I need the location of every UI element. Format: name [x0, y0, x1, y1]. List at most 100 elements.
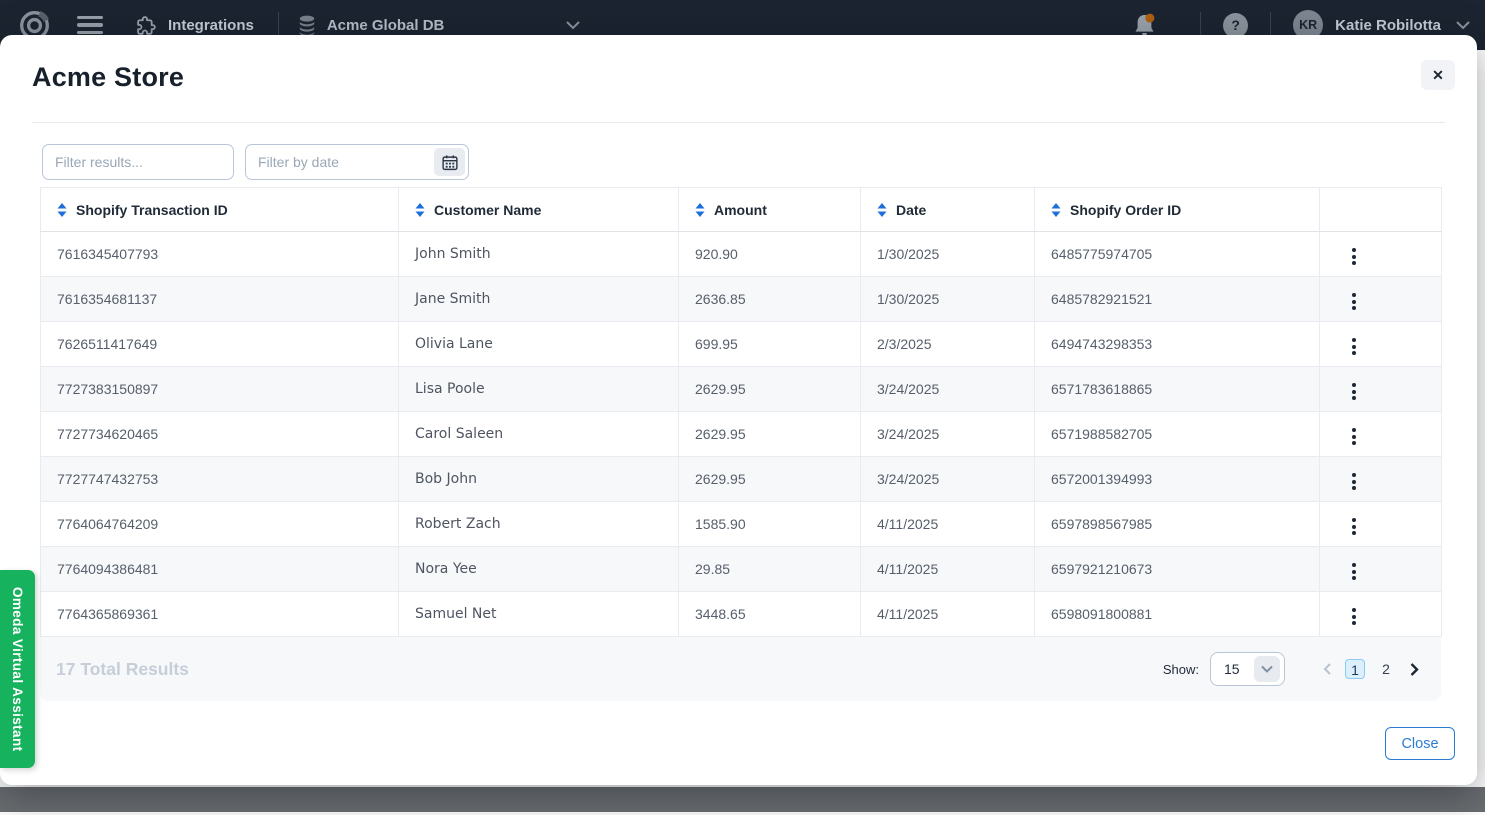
row-actions-kebab-icon[interactable]: [1346, 469, 1362, 494]
cell-transaction-id: 7727383150897: [41, 367, 399, 412]
sort-icon: [415, 203, 425, 217]
cell-amount: 2636.85: [679, 277, 861, 322]
pagination-page-2[interactable]: 2: [1376, 659, 1396, 679]
cell-order-id: 6597898567985: [1035, 502, 1320, 547]
cell-order-id: 6597921210673: [1035, 547, 1320, 592]
filter-results-input[interactable]: [42, 144, 234, 180]
help-icon[interactable]: ?: [1223, 13, 1248, 38]
transactions-table: Shopify Transaction ID Customer Name Amo…: [40, 187, 1442, 637]
row-actions-kebab-icon[interactable]: [1346, 289, 1362, 314]
pagination-page-1[interactable]: 1: [1345, 659, 1365, 679]
cell-actions: [1320, 547, 1442, 592]
omeda-virtual-assistant-label: Omeda Virtual Assistant: [10, 587, 25, 752]
cell-amount: 29.85: [679, 547, 861, 592]
modal-close-icon[interactable]: ✕: [1421, 60, 1455, 90]
show-label: Show:: [1163, 662, 1199, 677]
row-actions-kebab-icon[interactable]: [1346, 424, 1362, 449]
page-bottom-bar: [0, 787, 1485, 812]
cell-actions: [1320, 412, 1442, 457]
row-actions-kebab-icon[interactable]: [1346, 514, 1362, 539]
cell-customer-name: John Smith: [399, 232, 679, 277]
sort-icon: [877, 203, 887, 217]
omeda-virtual-assistant-tab[interactable]: Omeda Virtual Assistant: [0, 570, 35, 768]
table-row: 7616345407793 John Smith 920.90 1/30/202…: [41, 232, 1442, 277]
chevron-down-icon[interactable]: [1455, 20, 1471, 30]
cell-amount: 920.90: [679, 232, 861, 277]
cell-date: 3/24/2025: [861, 412, 1035, 457]
nav-integrations-label: Integrations: [168, 17, 254, 34]
cell-actions: [1320, 457, 1442, 502]
close-button[interactable]: Close: [1385, 727, 1455, 760]
column-header-shopify-transaction-id[interactable]: Shopify Transaction ID: [41, 188, 399, 232]
table-header-row: Shopify Transaction ID Customer Name Amo…: [41, 188, 1442, 232]
cell-actions: [1320, 367, 1442, 412]
row-actions-kebab-icon[interactable]: [1346, 379, 1362, 404]
cell-customer-name: Carol Saleen: [399, 412, 679, 457]
cell-amount: 1585.90: [679, 502, 861, 547]
cell-transaction-id: 7764064764209: [41, 502, 399, 547]
cell-order-id: 6485782921521: [1035, 277, 1320, 322]
cell-customer-name: Jane Smith: [399, 277, 679, 322]
cell-amount: 2629.95: [679, 412, 861, 457]
page-size-select[interactable]: 15: [1210, 652, 1285, 686]
cell-amount: 2629.95: [679, 367, 861, 412]
calendar-icon[interactable]: [434, 148, 465, 176]
table-row: 7616354681137 Jane Smith 2636.85 1/30/20…: [41, 277, 1442, 322]
cell-actions: [1320, 502, 1442, 547]
column-header-shopify-order-id[interactable]: Shopify Order ID: [1035, 188, 1320, 232]
cell-order-id: 6485775974705: [1035, 232, 1320, 277]
sort-icon: [695, 203, 705, 217]
cell-customer-name: Bob John: [399, 457, 679, 502]
column-header-customer-name[interactable]: Customer Name: [399, 188, 679, 232]
cell-customer-name: Samuel Net: [399, 592, 679, 637]
modal-divider: [32, 122, 1445, 123]
filter-date-field: [245, 144, 469, 180]
cell-date: 1/30/2025: [861, 232, 1035, 277]
row-actions-kebab-icon[interactable]: [1346, 604, 1362, 629]
cell-actions: [1320, 232, 1442, 277]
database-icon: [298, 15, 316, 36]
table-row: 7727747432753 Bob John 2629.95 3/24/2025…: [41, 457, 1442, 502]
table-row: 7764064764209 Robert Zach 1585.90 4/11/2…: [41, 502, 1442, 547]
page-size-value: 15: [1224, 661, 1240, 677]
cell-date: 2/3/2025: [861, 322, 1035, 367]
cell-actions: [1320, 322, 1442, 367]
table-footer: 17 Total Results Show: 15 1 2: [40, 637, 1441, 701]
pagination-prev-icon[interactable]: [1321, 660, 1334, 678]
cell-date: 3/24/2025: [861, 457, 1035, 502]
sort-icon: [57, 203, 67, 217]
cell-date: 4/11/2025: [861, 547, 1035, 592]
column-header-amount[interactable]: Amount: [679, 188, 861, 232]
cell-date: 1/30/2025: [861, 277, 1035, 322]
table-row: 7764365869361 Samuel Net 3448.65 4/11/20…: [41, 592, 1442, 637]
cell-transaction-id: 7616354681137: [41, 277, 399, 322]
database-selector[interactable]: Acme Global DB: [298, 15, 582, 36]
cell-customer-name: Robert Zach: [399, 502, 679, 547]
menu-icon[interactable]: [77, 16, 103, 35]
cell-order-id: 6572001394993: [1035, 457, 1320, 502]
user-name: Katie Robilotta: [1335, 17, 1441, 34]
cell-order-id: 6571783618865: [1035, 367, 1320, 412]
cell-customer-name: Nora Yee: [399, 547, 679, 592]
cell-transaction-id: 7727747432753: [41, 457, 399, 502]
cell-transaction-id: 7764365869361: [41, 592, 399, 637]
row-actions-kebab-icon[interactable]: [1346, 244, 1362, 269]
table-body: 7616345407793 John Smith 920.90 1/30/202…: [41, 232, 1442, 637]
cell-order-id: 6494743298353: [1035, 322, 1320, 367]
row-actions-kebab-icon[interactable]: [1346, 559, 1362, 584]
row-actions-kebab-icon[interactable]: [1346, 334, 1362, 359]
cell-actions: [1320, 592, 1442, 637]
cell-actions: [1320, 277, 1442, 322]
pagination: 1 2: [1321, 659, 1421, 679]
cell-customer-name: Lisa Poole: [399, 367, 679, 412]
cell-customer-name: Olivia Lane: [399, 322, 679, 367]
nav-integrations[interactable]: Integrations: [135, 14, 254, 37]
column-header-date[interactable]: Date: [861, 188, 1035, 232]
pagination-next-icon[interactable]: [1407, 660, 1421, 679]
chevron-down-icon: [1254, 656, 1280, 682]
cell-date: 3/24/2025: [861, 367, 1035, 412]
table-row: 7727383150897 Lisa Poole 2629.95 3/24/20…: [41, 367, 1442, 412]
cell-amount: 3448.65: [679, 592, 861, 637]
cell-order-id: 6598091800881: [1035, 592, 1320, 637]
modal-title: Acme Store: [32, 62, 184, 93]
